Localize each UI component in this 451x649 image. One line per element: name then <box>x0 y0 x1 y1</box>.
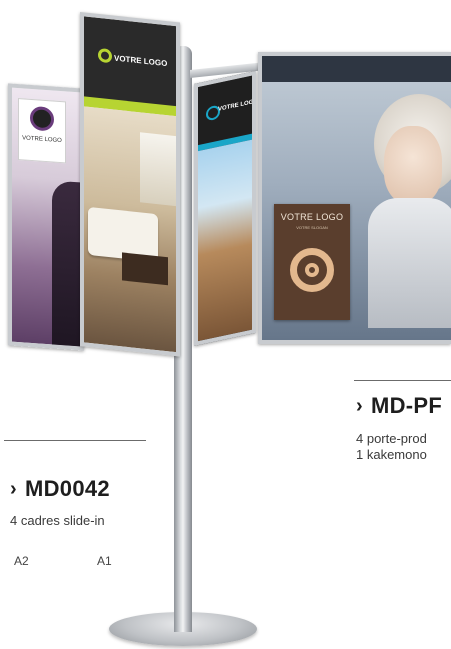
display-panel-center: VOTRE LOGO <box>194 70 256 346</box>
product-title[interactable]: › MD0042 <box>10 476 110 502</box>
divider <box>354 380 451 381</box>
product-description: 4 cadres slide-in <box>10 513 105 528</box>
chevron-right-icon: › <box>356 394 363 417</box>
logo-circle-icon <box>30 105 54 132</box>
room-table <box>122 252 168 286</box>
product-display-page: VOTRE LOGO VOTRE LOGO VOTRE SLOGAN VOTRE… <box>0 0 451 649</box>
product-code: MD0042 <box>24 476 110 501</box>
logo-ring-icon <box>290 248 334 292</box>
panel-topbar <box>262 56 451 82</box>
product-code: MD-PF <box>370 393 443 418</box>
display-panel-main: VOTRE LOGO <box>80 12 180 357</box>
panel-logo-text: VOTRE LOGO <box>22 135 62 145</box>
product-description: 4 porte-prod 1 kakemono <box>356 431 427 463</box>
logo-card: VOTRE LOGO VOTRE SLOGAN <box>274 204 350 320</box>
size-option-a2[interactable]: A2 <box>14 554 29 568</box>
chevron-right-icon: › <box>10 477 17 500</box>
divider <box>4 440 146 441</box>
description-line: 1 kakemono <box>356 447 427 462</box>
logo-card-subtitle: VOTRE SLOGAN <box>296 225 328 230</box>
product-title[interactable]: › MD-PF <box>356 393 442 419</box>
size-option-a1[interactable]: A1 <box>97 554 112 568</box>
model-face <box>384 126 442 204</box>
display-panel-left: VOTRE LOGO <box>8 83 84 351</box>
logo-box: VOTRE LOGO <box>18 98 66 164</box>
room-window <box>140 132 180 207</box>
display-panel-right: VOTRE LOGO VOTRE SLOGAN <box>258 52 451 344</box>
model-scarf <box>368 198 451 328</box>
logo-card-title: VOTRE LOGO <box>280 212 344 222</box>
description-line: 4 porte-prod <box>356 431 427 446</box>
panel-photo <box>198 139 252 342</box>
